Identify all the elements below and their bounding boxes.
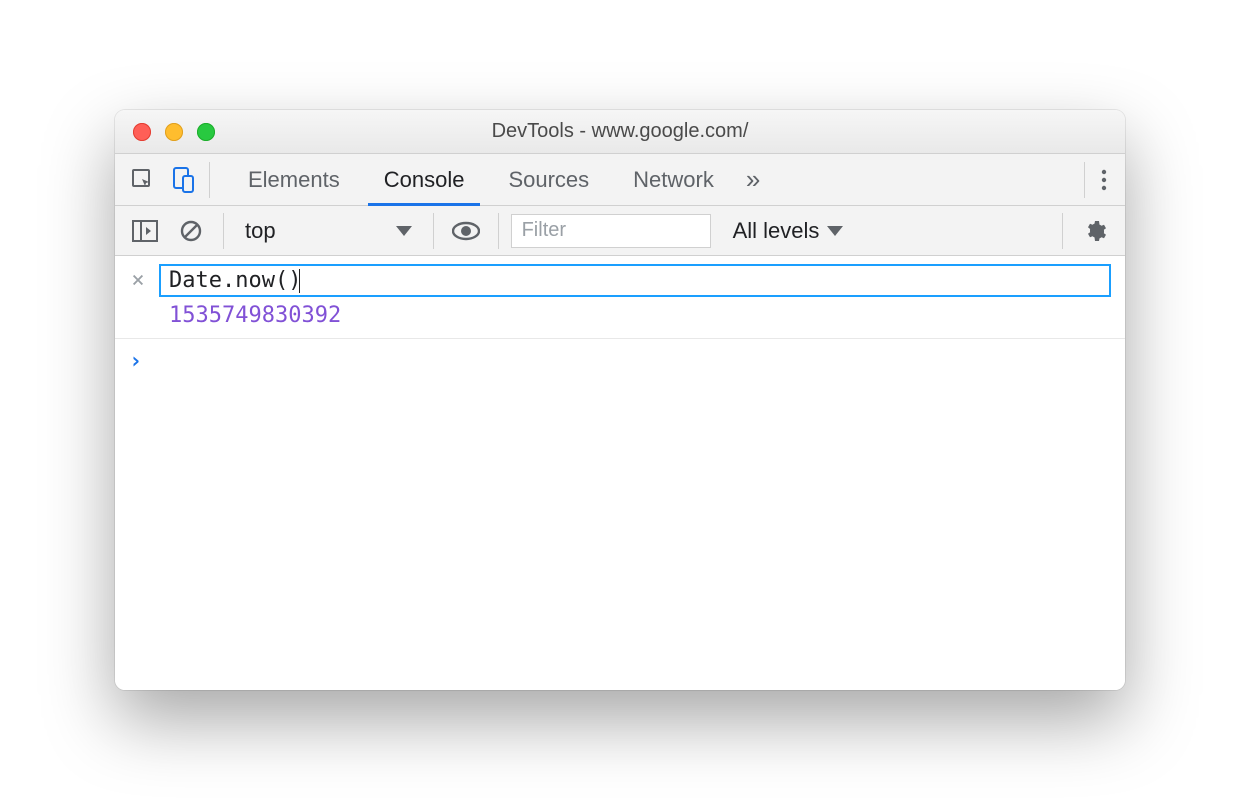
live-expression-input[interactable]: Date.now() (159, 264, 1111, 297)
filter-input[interactable] (511, 214, 711, 248)
zoom-window-button[interactable] (197, 123, 215, 141)
console-output: × Date.now() 1535749830392 › (115, 256, 1125, 690)
toggle-sidebar-icon[interactable] (125, 211, 165, 251)
tab-sources[interactable]: Sources (486, 154, 611, 205)
tab-console[interactable]: Console (362, 154, 487, 205)
kebab-menu-icon[interactable] (1091, 168, 1117, 192)
console-input[interactable] (154, 349, 1111, 374)
console-prompt-row: › (115, 339, 1125, 384)
divider (223, 213, 224, 249)
device-toolbar-icon[interactable] (163, 160, 203, 200)
tab-elements[interactable]: Elements (226, 154, 362, 205)
live-expression-text: Date.now() (169, 268, 301, 293)
log-levels-selector[interactable]: All levels (733, 218, 844, 244)
minimize-window-button[interactable] (165, 123, 183, 141)
divider (209, 162, 210, 198)
panel-tabs: Elements Console Sources Network (226, 154, 736, 205)
title-bar: DevTools - www.google.com/ (115, 110, 1125, 154)
close-window-button[interactable] (133, 123, 151, 141)
more-tabs-icon[interactable]: » (736, 164, 770, 195)
live-expression-row: × Date.now() 1535749830392 (115, 256, 1125, 339)
clear-console-icon[interactable] (171, 211, 211, 251)
tab-network[interactable]: Network (611, 154, 736, 205)
divider (1084, 162, 1085, 198)
console-toolbar: top All levels (115, 206, 1125, 256)
levels-label: All levels (733, 218, 820, 244)
live-expression-icon[interactable] (446, 211, 486, 251)
window-title: DevTools - www.google.com/ (115, 120, 1125, 143)
remove-live-expression-icon[interactable]: × (129, 268, 147, 293)
chevron-down-icon (827, 226, 843, 236)
settings-gear-icon[interactable] (1075, 211, 1115, 251)
context-selector[interactable]: top (236, 213, 421, 249)
context-label: top (245, 218, 276, 244)
live-expression-result: 1535749830392 (169, 303, 1111, 328)
inspect-element-icon[interactable] (123, 160, 163, 200)
divider (1062, 213, 1063, 249)
prompt-caret-icon: › (129, 349, 142, 374)
devtools-window: DevTools - www.google.com/ Elements Cons… (115, 110, 1125, 690)
divider (498, 213, 499, 249)
chevron-down-icon (396, 226, 412, 236)
traffic-lights (133, 123, 215, 141)
divider (433, 213, 434, 249)
panel-tab-bar: Elements Console Sources Network » (115, 154, 1125, 206)
